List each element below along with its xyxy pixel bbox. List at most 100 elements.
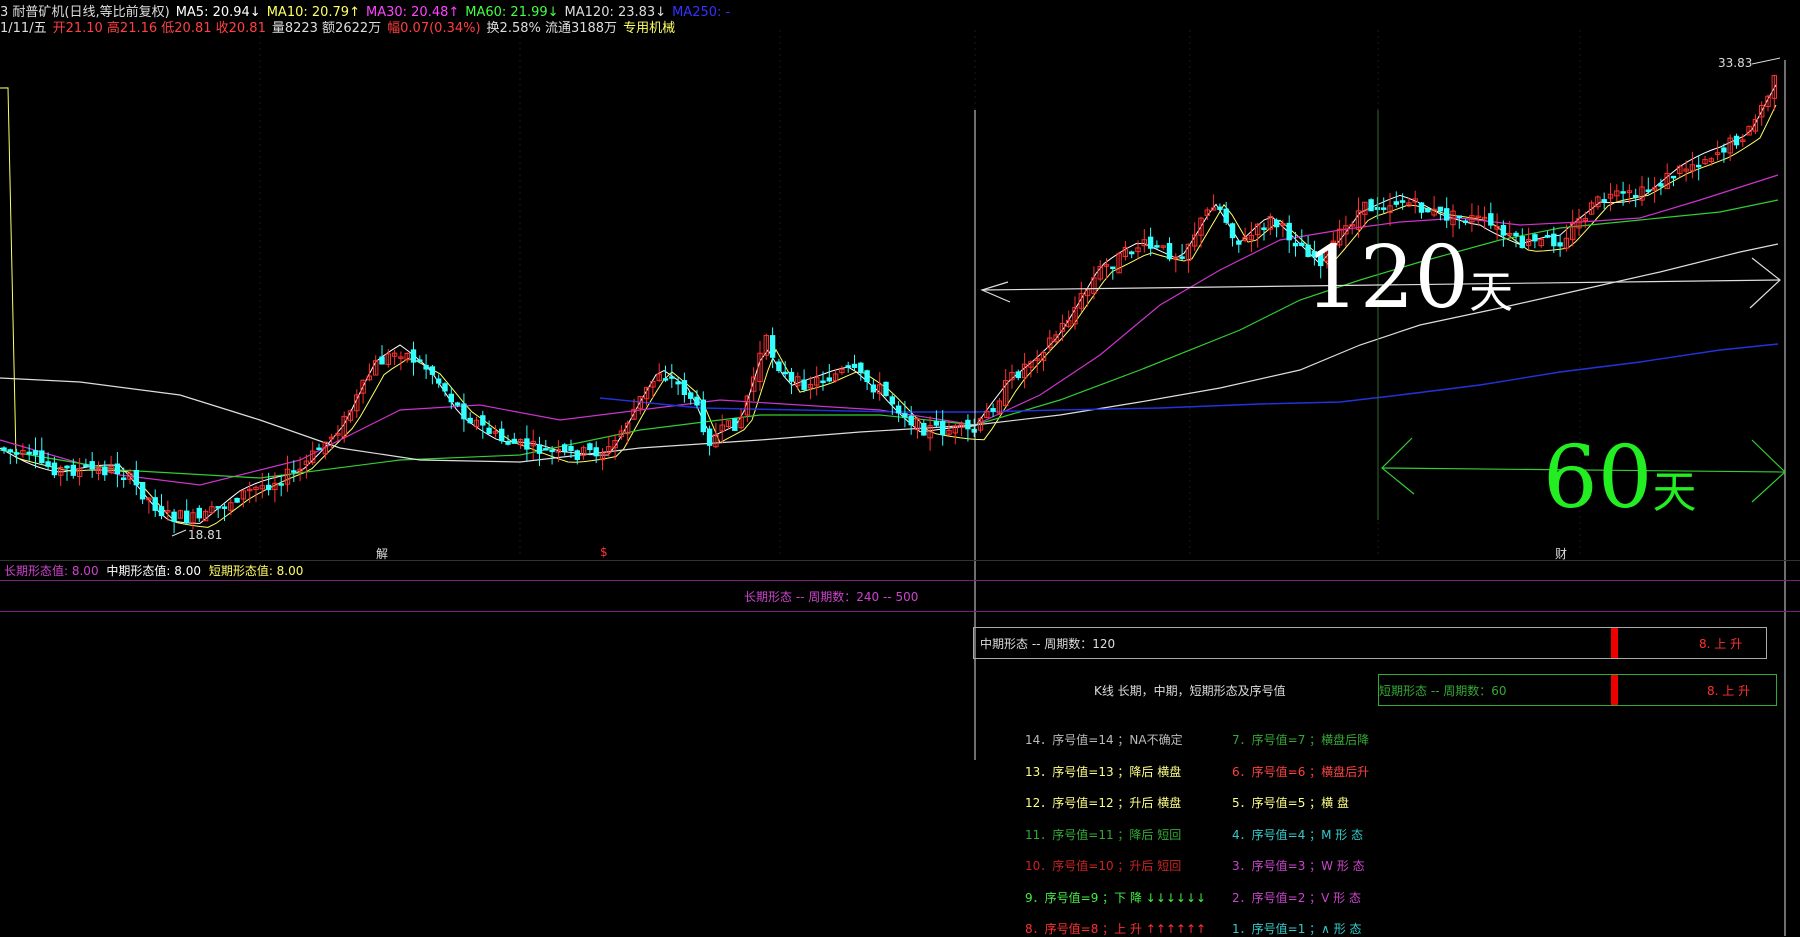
candle[interactable] (139, 481, 146, 500)
candle[interactable] (1381, 207, 1387, 210)
candle[interactable] (1488, 213, 1494, 226)
candle[interactable] (486, 427, 492, 434)
candle[interactable] (845, 365, 851, 368)
candle[interactable] (940, 420, 946, 435)
candle[interactable] (1418, 202, 1425, 213)
candle[interactable] (1393, 201, 1399, 205)
candle[interactable] (549, 449, 555, 453)
candle[interactable] (769, 335, 776, 358)
candle[interactable] (1620, 191, 1626, 194)
candle[interactable] (1557, 242, 1563, 247)
candle[interactable] (133, 469, 140, 486)
candle[interactable] (1444, 208, 1450, 221)
candle[interactable] (265, 484, 272, 491)
candle[interactable] (417, 359, 423, 362)
candle[interactable] (89, 461, 95, 470)
candle[interactable] (1462, 220, 1469, 223)
candle[interactable] (543, 448, 549, 451)
candle[interactable] (436, 378, 442, 384)
candle[interactable] (1261, 227, 1267, 231)
candle[interactable] (700, 399, 706, 433)
candle[interactable] (511, 438, 517, 444)
candle[interactable] (26, 451, 32, 455)
candle[interactable] (732, 418, 738, 431)
candle[interactable] (51, 462, 58, 476)
candle[interactable] (234, 497, 240, 503)
candle[interactable] (593, 447, 599, 457)
candle[interactable] (196, 507, 203, 519)
candle[interactable] (675, 381, 681, 385)
candle[interactable] (1513, 232, 1519, 237)
candle[interactable] (662, 378, 669, 381)
candle[interactable] (1299, 242, 1305, 247)
candle[interactable] (562, 444, 568, 452)
candle[interactable] (1733, 135, 1740, 146)
candle[interactable] (158, 506, 165, 517)
candle[interactable] (1544, 235, 1551, 238)
candle[interactable] (1645, 189, 1651, 192)
candle[interactable] (1147, 236, 1154, 249)
candle[interactable] (1223, 208, 1229, 223)
candle[interactable] (1368, 199, 1374, 212)
candle[interactable] (1551, 233, 1557, 247)
candle[interactable] (1015, 371, 1021, 379)
candle[interactable] (1, 447, 7, 451)
candle[interactable] (902, 413, 908, 418)
candle[interactable] (278, 483, 284, 486)
candle[interactable] (1166, 243, 1173, 260)
candle[interactable] (587, 443, 593, 451)
candle[interactable] (1236, 240, 1242, 245)
candle[interactable] (121, 477, 127, 481)
candle[interactable] (568, 446, 574, 451)
candle[interactable] (442, 383, 448, 392)
candle[interactable] (429, 366, 436, 375)
candle[interactable] (681, 380, 688, 395)
candle[interactable] (826, 377, 832, 382)
candle[interactable] (524, 438, 530, 450)
candle[interactable] (410, 349, 417, 363)
candle[interactable] (114, 463, 121, 475)
candle[interactable] (13, 452, 20, 455)
candle[interactable] (184, 510, 190, 524)
candle[interactable] (215, 506, 221, 509)
candle[interactable] (1229, 223, 1236, 239)
candle[interactable] (1154, 245, 1160, 248)
candle[interactable] (64, 465, 70, 469)
candle[interactable] (1374, 206, 1381, 210)
candle[interactable] (83, 464, 89, 467)
candle[interactable] (776, 361, 782, 372)
candle[interactable] (1658, 183, 1664, 187)
candle[interactable] (965, 419, 971, 430)
candle[interactable] (39, 450, 45, 464)
candle[interactable] (467, 417, 473, 424)
candle[interactable] (461, 403, 467, 420)
candle[interactable] (316, 447, 322, 451)
event-marker-dollar[interactable]: $ (600, 545, 608, 559)
candle[interactable] (1633, 194, 1639, 198)
candle[interactable] (32, 450, 39, 456)
candle[interactable] (1532, 234, 1538, 242)
candle[interactable] (990, 408, 996, 412)
candle[interactable] (1179, 256, 1185, 259)
candle[interactable] (1110, 266, 1116, 270)
candle[interactable] (499, 428, 505, 442)
candle[interactable] (1519, 236, 1525, 249)
candle[interactable] (480, 415, 486, 426)
candle[interactable] (971, 428, 977, 433)
candle[interactable] (505, 441, 511, 445)
candle[interactable] (870, 384, 877, 393)
candle[interactable] (858, 362, 864, 373)
candle[interactable] (688, 392, 694, 399)
candle[interactable] (221, 506, 228, 509)
candle[interactable] (889, 396, 895, 405)
candle[interactable] (1721, 147, 1727, 153)
candle[interactable] (864, 370, 870, 383)
candle[interactable] (694, 396, 700, 406)
candle[interactable] (1399, 200, 1406, 203)
candle[interactable] (1217, 206, 1223, 210)
candle[interactable] (423, 364, 429, 370)
candle[interactable] (1425, 208, 1431, 213)
candle[interactable] (454, 402, 461, 406)
candle[interactable] (1273, 219, 1280, 228)
candle[interactable] (291, 470, 297, 473)
